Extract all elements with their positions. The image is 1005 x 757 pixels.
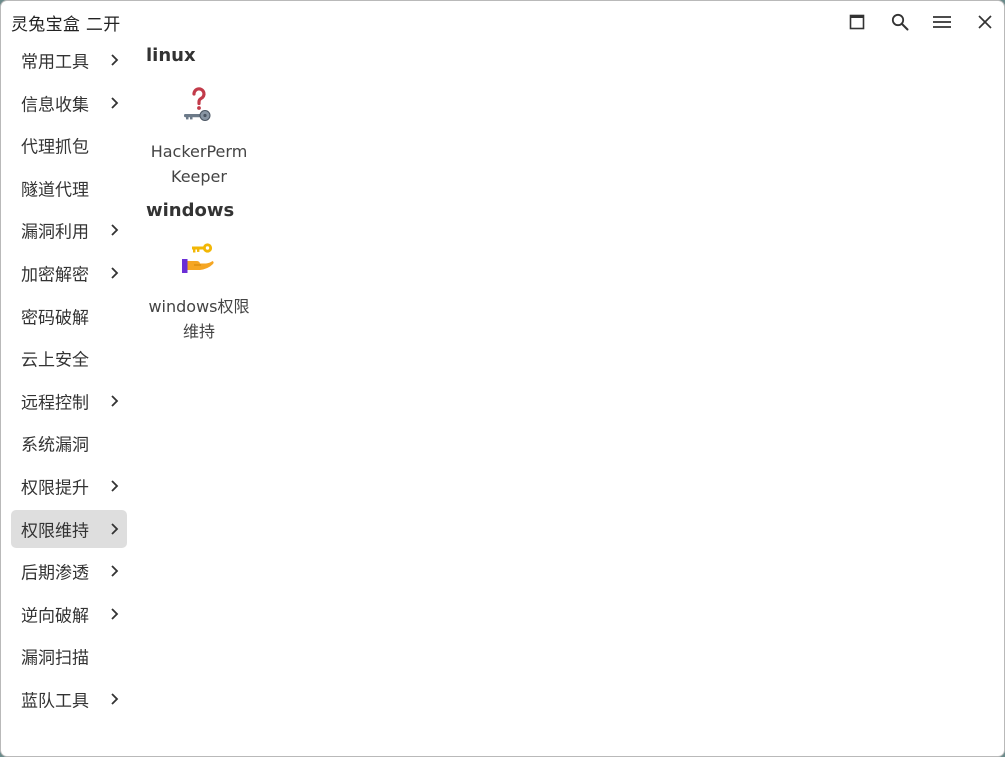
chevron-right-icon [111,565,119,577]
chevron-right-icon [111,693,119,705]
sidebar-item-3[interactable]: 隧道代理 [11,169,127,207]
question-key-icon [184,87,211,121]
search-icon [891,13,909,31]
sidebar-item-8[interactable]: 远程控制 [11,382,127,420]
sidebar-item-1[interactable]: 信息收集 [11,84,127,122]
sidebar-item-12[interactable]: 后期渗透 [11,552,127,590]
sidebar-item-15[interactable]: 蓝队工具 [11,680,127,718]
sidebar-item-13[interactable]: 逆向破解 [11,595,127,633]
sidebar-item-label: 权限提升 [21,478,89,499]
sidebar-item-label: 密码破解 [21,308,89,329]
title-bar[interactable]: 灵兔宝盒 二开 [1,1,1004,43]
sidebar-item-5[interactable]: 加密解密 [11,254,127,292]
chevron-right-icon [111,480,119,492]
sidebar-item-6[interactable]: 密码破解 [11,297,127,335]
window-title: 灵兔宝盒 二开 [11,15,121,35]
chevron-right-icon [111,608,119,620]
menu-icon [933,16,951,28]
sidebar-item-4[interactable]: 漏洞利用 [11,211,127,249]
sidebar-item-label: 权限维持 [21,521,89,542]
sidebar-item-9[interactable]: 系统漏洞 [11,424,127,462]
app-tile-windows-permission[interactable]: windows权限维持 [146,240,252,341]
chevron-right-icon [111,224,119,237]
sidebar-item-7[interactable]: 云上安全 [11,339,127,377]
maximize-icon [849,14,865,30]
chevron-right-icon [111,267,119,279]
hand-key-icon [182,243,214,273]
app-tile-hackerpermkeeper[interactable]: HackerPermKeeper [146,85,252,186]
app-name: HackerPermKeeper [150,142,248,186]
sidebar-item-label: 云上安全 [21,350,89,371]
sidebar-item-2[interactable]: 代理抓包 [11,126,127,164]
sidebar-item-11[interactable]: 权限维持 [11,509,127,548]
sidebar-item-label: 代理抓包 [21,137,89,158]
sidebar-item-label: 信息收集 [21,95,89,116]
chevron-right-icon [111,522,119,535]
sidebar-item-label: 隧道代理 [21,180,89,201]
sidebar-item-label: 后期渗透 [21,563,89,584]
sidebar-item-10[interactable]: 权限提升 [11,467,127,505]
search-button[interactable] [887,9,913,35]
sidebar-item-label: 漏洞扫描 [21,648,89,669]
chevron-right-icon [111,96,119,109]
sidebar-item-label: 逆向破解 [21,606,89,627]
app-name: windows权限维持 [148,297,250,341]
sidebar-item-label: 常用工具 [21,52,89,73]
section-title-linux: linux [146,45,196,66]
app-window: 灵兔宝盒 二开 常用工具 信息收集 代理抓包 隧道代理 漏洞利用 加密解密 密码… [0,0,1005,757]
sidebar-item-label: 漏洞利用 [21,222,89,243]
close-icon [978,15,992,29]
chevron-right-icon [111,395,119,407]
menu-button[interactable] [929,9,955,35]
sidebar-item-0[interactable]: 常用工具 [11,41,127,79]
chevron-right-icon [111,54,119,66]
sidebar-item-label: 加密解密 [21,265,89,286]
sidebar-item-label: 远程控制 [21,393,89,414]
sidebar-item-label: 系统漏洞 [21,435,89,456]
close-button[interactable] [972,9,998,35]
sidebar-nav: 常用工具信息收集代理抓包隧道代理漏洞利用加密解密密码破解云上安全远程控制系统漏洞… [11,41,127,723]
main-content: linux HackerPermKeeper windows windows权限… [146,41,1004,756]
sidebar-item-label: 蓝队工具 [21,691,89,712]
section-title-windows: windows [146,200,235,221]
maximize-button[interactable] [844,9,870,35]
sidebar-item-14[interactable]: 漏洞扫描 [11,637,127,675]
